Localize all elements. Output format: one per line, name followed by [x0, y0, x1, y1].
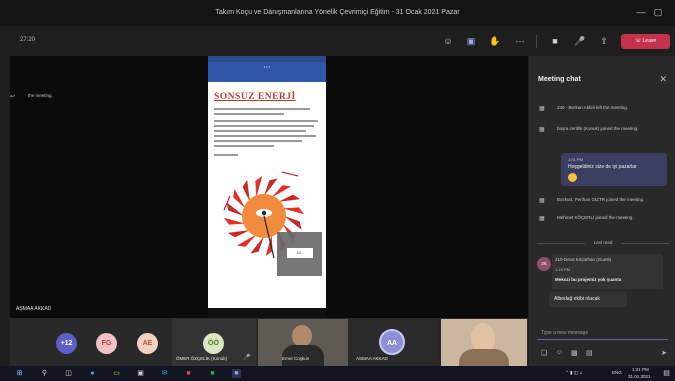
task-view-icon[interactable]: ◫: [64, 369, 73, 378]
wheel-blade: [233, 188, 246, 209]
join-icon: ▦: [539, 106, 545, 112]
notifications-icon[interactable]: ▤: [662, 369, 671, 378]
gif-icon[interactable]: ▩: [571, 349, 578, 357]
chat-message: Albedağ ekibi olacak: [549, 292, 627, 307]
edge-icon[interactable]: ●: [88, 369, 97, 378]
doc-text-line: [214, 135, 316, 137]
sticker-icon[interactable]: ▤: [586, 349, 593, 357]
wheel-blade: [242, 179, 250, 202]
meeting-timer: 27:20: [20, 37, 36, 43]
teams-meeting-window: Takım Koçu ve Danışmanlarına Yönelik Çev…: [0, 0, 675, 381]
avatar[interactable]: 3K: [537, 257, 551, 271]
doc-text-line: [214, 154, 238, 156]
tray-icons[interactable]: ⌃ ▮ ◫ ♫: [565, 370, 583, 376]
windows-taskbar: ⊞ ⚲ ◫ ● ▭ ▣ ✉ ■ ■ ■ ⌃ ▮ ◫ ♫ ENG 1:21 PM …: [0, 366, 675, 381]
join-icon: ▦: [539, 216, 545, 222]
presenter-name: ASMAA AKKAD: [16, 306, 52, 312]
leave-label: Leave: [642, 38, 657, 44]
doc-text-line: [214, 113, 284, 115]
word-app-header: • • •: [208, 62, 326, 72]
meeting-chat-panel: Meeting chat ✕: [529, 56, 675, 366]
join-icon: ▦: [539, 127, 545, 133]
emoji-icon[interactable]: ☺: [556, 349, 563, 356]
more-icon[interactable]: ⋯: [513, 34, 527, 48]
divider-line: [621, 243, 669, 244]
join-icon: ▦: [539, 198, 545, 204]
last-read-divider: Last read: [537, 240, 669, 246]
share-screen-icon[interactable]: ⇧: [597, 34, 611, 48]
participant-video-tile[interactable]: [441, 319, 527, 366]
mic-off-icon: 🎤: [243, 355, 251, 361]
doc-text-line: [214, 120, 318, 122]
participant-name: Emre Coşkun: [282, 356, 310, 361]
participant-avatar[interactable]: AE: [137, 333, 158, 354]
chat-compose-input[interactable]: Type a new message: [537, 326, 668, 340]
my-chat-message: 1:01 PM Hoşgeldiniz size de iyi pazarlar: [561, 153, 667, 186]
windows-start-icon[interactable]: ⊞: [15, 369, 24, 378]
mic-off-icon[interactable]: 🎤: [573, 34, 587, 48]
chat-icon[interactable]: ▣: [464, 34, 478, 48]
clock-time[interactable]: 1:21 PM: [632, 367, 649, 372]
shared-phone-screen: • • • SONSUZ ENERJİ Sil...: [208, 56, 326, 318]
wheel-arrow: [281, 171, 299, 177]
format-icon[interactable]: ❏: [541, 349, 547, 357]
participant-name: ASMAA AKKAD: [356, 356, 388, 361]
doc-text-line: [214, 145, 274, 147]
wheel-blade: [271, 185, 292, 198]
message-text: Mekozi bu projemiz yok şuanta: [555, 277, 622, 282]
doc-text-line: [214, 108, 310, 110]
teams-icon[interactable]: ■: [232, 369, 241, 378]
office-icon[interactable]: ■: [184, 369, 193, 378]
smile-emoji-icon: [568, 173, 577, 182]
document-title: SONSUZ ENERJİ: [214, 92, 296, 102]
clock-date[interactable]: 31.01.2021: [628, 374, 651, 379]
participants-icon[interactable]: ☺: [441, 34, 455, 48]
context-popup: Sil...: [277, 232, 322, 276]
close-icon[interactable]: ✕: [659, 74, 667, 85]
leave-button[interactable]: ☏ Leave: [621, 34, 670, 49]
raise-hand-icon[interactable]: ✋: [488, 34, 502, 48]
minimize-icon[interactable]: —: [633, 5, 649, 19]
participant-avatar: AA: [379, 329, 405, 355]
wheel-pupil: [261, 210, 267, 216]
search-icon[interactable]: ⚲: [40, 369, 49, 378]
participant-avatar: ÖÖ: [203, 333, 224, 354]
maximize-icon[interactable]: ▢: [650, 5, 666, 19]
phone-nav-bar: [208, 308, 326, 318]
camera-icon[interactable]: ■: [548, 34, 562, 48]
mail-icon[interactable]: ✉: [160, 369, 169, 378]
chat-header: Meeting chat: [538, 76, 581, 83]
send-icon[interactable]: ➤: [661, 349, 667, 357]
participant-avatar[interactable]: FG: [96, 333, 117, 354]
toolbar-divider: [536, 35, 537, 48]
input-language[interactable]: ENG: [612, 370, 622, 375]
excel-icon[interactable]: ■: [208, 369, 217, 378]
participant-head: [292, 325, 312, 347]
phone-hangup-icon: ☏: [634, 38, 643, 44]
title-bar: Takım Koçu ve Danışmanlarına Yönelik Çev…: [0, 0, 675, 26]
wheel-blade: [227, 230, 250, 238]
message-time: 1:19 PM: [555, 267, 570, 272]
file-explorer-icon[interactable]: ▭: [112, 369, 121, 378]
wheel-blade: [278, 194, 301, 202]
window-title: Takım Koçu ve Danışmanlarına Yönelik Çev…: [215, 9, 460, 16]
participant-body: [459, 349, 509, 366]
leave-arrow-icon: ↩: [10, 94, 16, 100]
meeting-toolbar: 27:20 ☺ ▣ ✋ ⋯ ■ 🎤 ⇧ ☏ Leave: [0, 26, 675, 56]
message-sender: 210-Deva Köçürhan (Guest): [555, 257, 612, 262]
doc-text-line: [214, 140, 302, 142]
doc-text-line: [214, 125, 314, 127]
overflow-participants-badge[interactable]: +12: [56, 333, 77, 354]
store-icon[interactable]: ▣: [136, 369, 145, 378]
doc-text-line: [214, 130, 306, 132]
participant-name: ÖMER ÖZÇELİK (Konuk): [176, 356, 228, 361]
popup-delete-button[interactable]: Sil...: [287, 248, 313, 258]
word-app-toolbar: [208, 72, 326, 82]
message-time: 1:01 PM: [568, 157, 583, 162]
message-text: Hoşgeldiniz size de iyi pazarlar: [568, 164, 637, 170]
guest-chat-message: 210-Deva Köçürhan (Guest) 1:19 PM Mekozi…: [552, 254, 663, 289]
wheel-blade: [236, 234, 257, 247]
